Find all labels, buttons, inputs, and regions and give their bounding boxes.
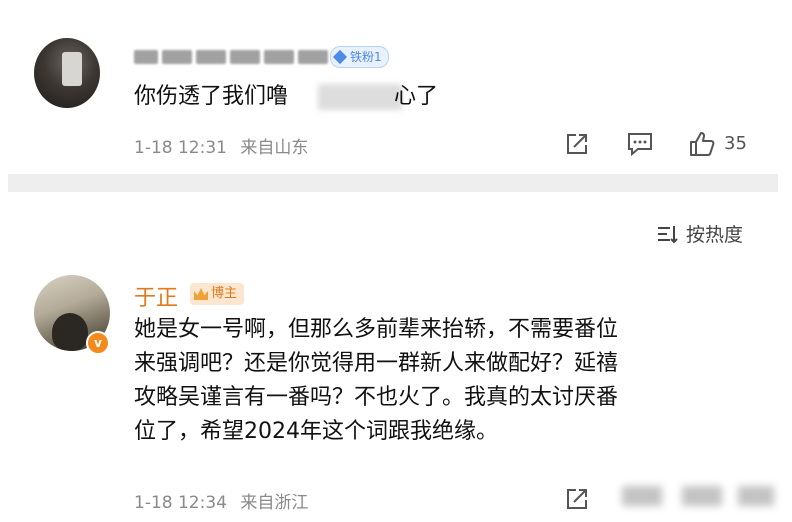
comment1-meta: 1-18 12:31 来自山东 (134, 133, 308, 158)
comment1-content-end: 心了 (394, 84, 439, 109)
author-name[interactable]: 于正 (134, 280, 178, 312)
content-line: 她是女一号啊，但那么多前辈来抬轿，不需要番位 (134, 317, 619, 342)
comment2-content: 她是女一号啊，但那么多前辈来抬轿，不需要番位 来强调吧？还是你觉得用一群新人来做… (134, 313, 774, 449)
sort-by-hot-button[interactable]: 按热度 (656, 220, 743, 247)
actions-redacted-blur (612, 482, 782, 512)
comment-time: 1-18 12:31 (134, 138, 227, 158)
comment-icon[interactable] (626, 131, 654, 161)
content-redacted-blur (318, 84, 402, 110)
content-line: 来强调吧？还是你觉得用一群新人来做配好？延禧 (134, 351, 619, 376)
share-icon[interactable] (564, 131, 590, 161)
crown-icon (194, 288, 208, 300)
commenter-name-redacted[interactable] (134, 44, 340, 68)
fan-badge: 铁粉1 (330, 46, 389, 68)
diamond-icon (332, 49, 348, 65)
sort-icon (658, 225, 678, 243)
verified-badge: v (86, 331, 110, 355)
comment2-meta: 1-18 12:34 来自浙江 (134, 488, 308, 513)
comment1-content: 你伤透了我们噜 (134, 84, 289, 109)
comment-time: 1-18 12:34 (134, 493, 227, 513)
content-line: 攻略吴谨言有一番吗？不也火了。我真的太讨厌番 (134, 385, 619, 410)
comment-location: 来自浙江 (240, 493, 309, 513)
author-badge: 博主 (190, 283, 245, 305)
content-line: 位了，希望2024年这个词跟我绝缘。 (134, 419, 498, 444)
section-divider (8, 174, 778, 192)
share-icon[interactable] (564, 486, 590, 516)
comment-location: 来自山东 (240, 138, 309, 158)
avatar-commenter[interactable] (34, 38, 100, 108)
thumbs-up-icon[interactable] (688, 130, 716, 162)
like-count: 35 (724, 133, 747, 154)
